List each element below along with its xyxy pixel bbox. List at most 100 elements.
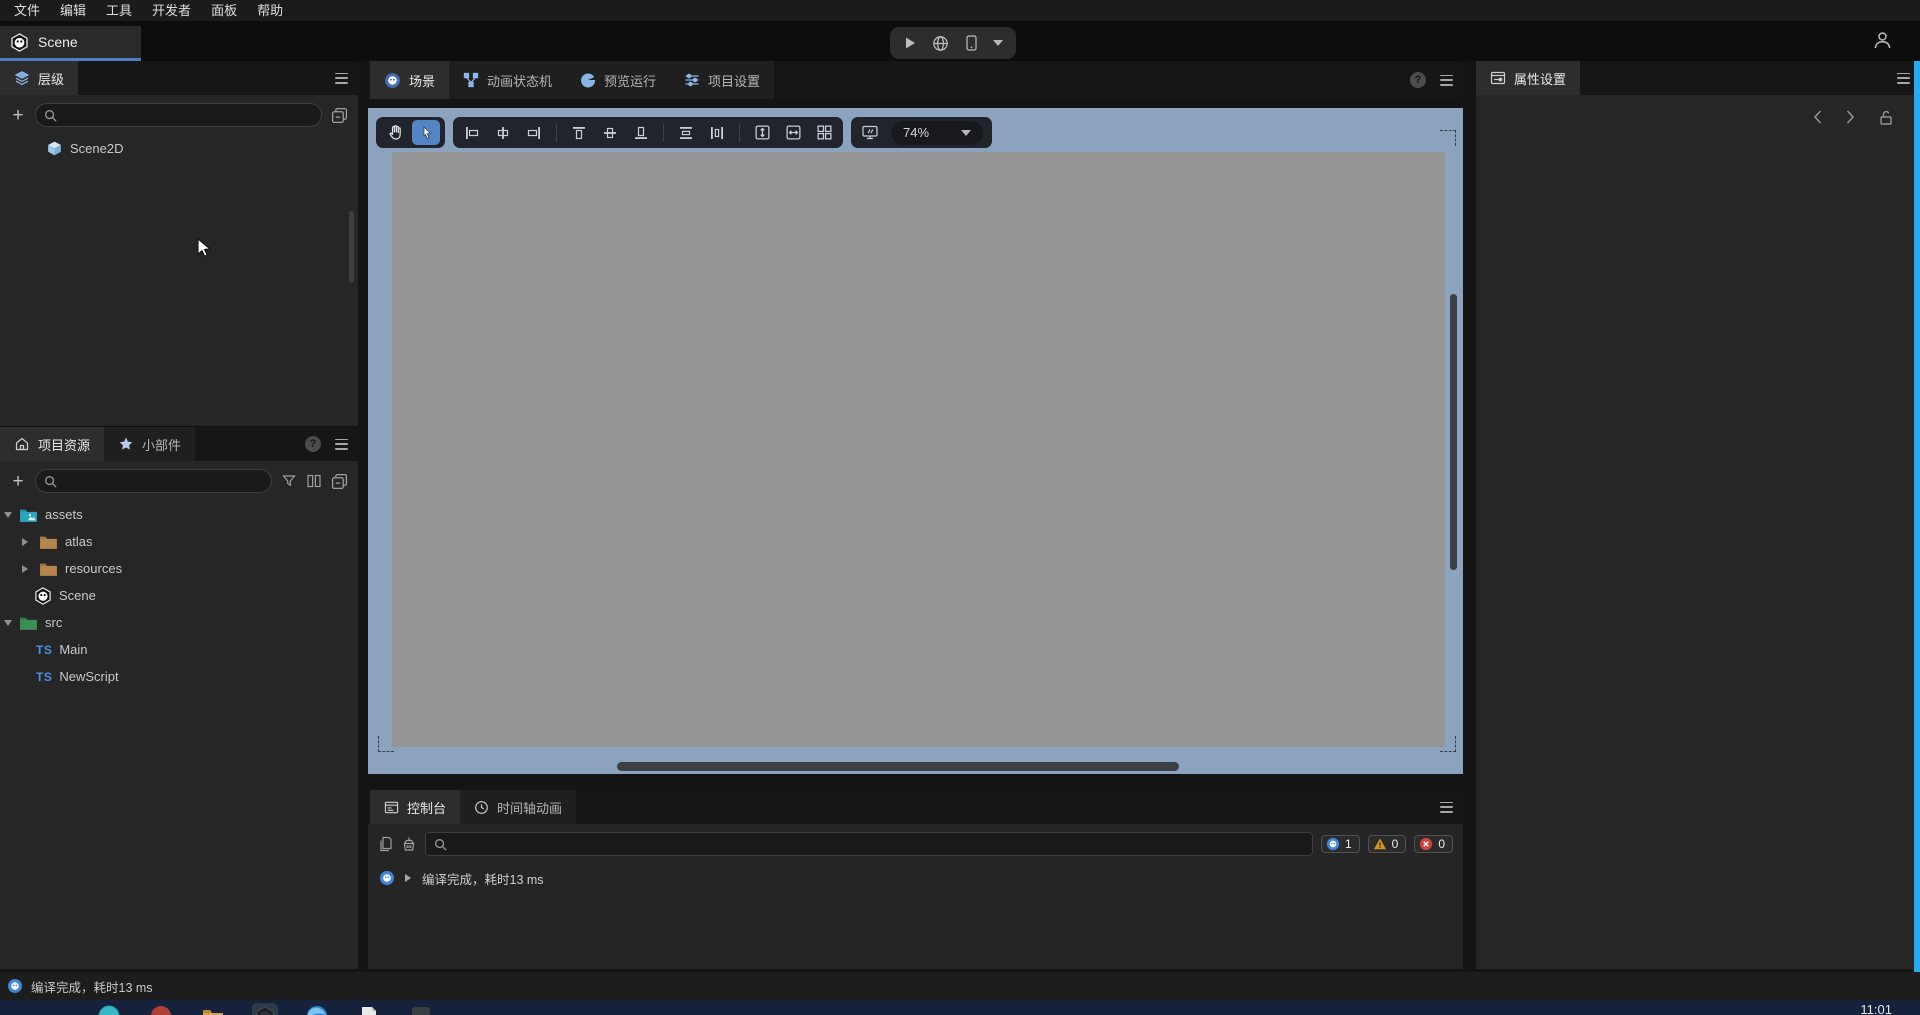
tree-node-scene2d[interactable]: Scene2D <box>0 135 358 162</box>
align-right-icon[interactable] <box>520 120 548 145</box>
scene-menu-icon[interactable] <box>1440 75 1453 86</box>
clear-console-icon[interactable] <box>401 836 417 852</box>
console-menu-icon[interactable] <box>1440 802 1453 813</box>
log-entry-text: 编译完成，耗时13 ms <box>422 869 544 888</box>
debug-display-icon[interactable] <box>856 120 884 145</box>
menu-item-file[interactable]: 文件 <box>4 0 50 21</box>
tree-node-label: atlas <box>65 534 92 549</box>
tree-node-assets[interactable]: assets <box>0 501 358 528</box>
assets-search[interactable] <box>35 469 272 493</box>
hand-tool[interactable] <box>381 120 409 145</box>
nav-forward-icon[interactable] <box>1845 109 1856 125</box>
tree-node-main[interactable]: TS Main <box>0 636 358 663</box>
distribute-h-icon[interactable] <box>703 120 731 145</box>
nav-back-icon[interactable] <box>1812 109 1823 125</box>
tab-console[interactable]: 控制台 <box>370 790 460 824</box>
filter-icon[interactable] <box>281 473 297 489</box>
tab-preview-run[interactable]: 预览运行 <box>566 61 670 99</box>
tab-animation-state-machine[interactable]: 动画状态机 <box>449 61 566 99</box>
grid-layout-icon[interactable] <box>810 120 838 145</box>
tab-hierarchy[interactable]: 层级 <box>0 61 78 95</box>
taskbar-app-icon[interactable] <box>148 1003 174 1015</box>
assets-search-input[interactable] <box>63 474 263 488</box>
columns-icon[interactable] <box>306 473 322 489</box>
error-count: 0 <box>1438 837 1445 851</box>
caret-expanded-icon[interactable] <box>4 512 12 522</box>
tab-widgets[interactable]: 小部件 <box>104 427 195 461</box>
expand-log-icon[interactable] <box>405 874 415 882</box>
zoom-level-dropdown[interactable]: 74% <box>891 121 983 145</box>
hierarchy-toolbar: + <box>0 95 358 135</box>
add-asset-button[interactable]: + <box>10 472 26 491</box>
hierarchy-scrollbar[interactable] <box>349 211 354 283</box>
taskbar-clock[interactable]: 11:01 <box>1860 1002 1892 1015</box>
unlock-icon[interactable] <box>1878 109 1894 126</box>
align-center-h-icon[interactable] <box>489 120 517 145</box>
scene-canvas[interactable] <box>392 152 1445 747</box>
properties-menu-icon[interactable] <box>1897 73 1910 84</box>
tree-node-atlas[interactable]: atlas <box>0 528 358 555</box>
caret-collapsed-icon[interactable] <box>22 565 32 573</box>
caret-expanded-icon[interactable] <box>4 620 12 630</box>
warning-count-badge[interactable]: 0 <box>1368 835 1407 853</box>
tree-node-resources[interactable]: resources <box>0 555 358 582</box>
collapse-all-icon[interactable] <box>331 473 348 490</box>
size-vertical-icon[interactable] <box>748 120 776 145</box>
window-tab-scene[interactable]: Scene <box>0 26 141 61</box>
copy-log-icon[interactable] <box>378 836 393 852</box>
tab-assets[interactable]: 项目资源 <box>0 427 104 461</box>
taskbar-app-icon[interactable] <box>96 1003 122 1015</box>
align-left-icon[interactable] <box>458 120 486 145</box>
play-icon[interactable] <box>903 36 917 50</box>
tree-node-scene-asset[interactable]: Scene <box>0 582 358 609</box>
globe-icon[interactable] <box>932 35 949 52</box>
menu-item-edit[interactable]: 编辑 <box>50 0 96 21</box>
align-middle-v-icon[interactable] <box>596 120 624 145</box>
search-icon <box>44 475 57 488</box>
hierarchy-search-input[interactable] <box>63 108 313 122</box>
log-count-badge[interactable]: 1 <box>1321 835 1360 853</box>
scene-viewport[interactable]: 74% <box>368 108 1463 774</box>
preview-run-icon <box>580 72 596 88</box>
tree-node-label: Scene2D <box>70 141 123 156</box>
tab-scene[interactable]: 场景 <box>370 61 449 99</box>
taskbar-app-icon[interactable] <box>408 1003 434 1015</box>
hierarchy-search[interactable] <box>35 103 322 127</box>
log-entry[interactable]: 编译完成，耗时13 ms <box>368 864 1463 892</box>
tree-node-newscript[interactable]: TS NewScript <box>0 663 358 690</box>
assets-menu-icon[interactable] <box>335 439 348 450</box>
console-search-input[interactable] <box>453 837 1304 851</box>
caret-collapsed-icon[interactable] <box>22 538 32 546</box>
taskbar-browser-icon[interactable] <box>304 1003 330 1015</box>
taskbar-folder-icon[interactable] <box>200 1003 226 1015</box>
size-horizontal-icon[interactable] <box>779 120 807 145</box>
help-icon[interactable]: ? <box>1410 72 1426 88</box>
caret-down-icon[interactable] <box>993 40 1003 51</box>
console-search[interactable] <box>425 832 1313 856</box>
cocos-logo-icon <box>10 33 29 52</box>
menu-item-tools[interactable]: 工具 <box>96 0 142 21</box>
taskbar-files-icon[interactable] <box>356 1003 382 1015</box>
collapse-all-icon[interactable] <box>331 107 348 124</box>
menu-item-developer[interactable]: 开发者 <box>142 0 201 21</box>
menu-item-help[interactable]: 帮助 <box>247 0 293 21</box>
viewport-vertical-scrollbar[interactable] <box>1450 294 1457 570</box>
distribute-v-icon[interactable] <box>672 120 700 145</box>
error-count-badge[interactable]: 0 <box>1414 835 1453 853</box>
select-tool[interactable] <box>412 120 440 145</box>
align-bottom-icon[interactable] <box>627 120 655 145</box>
tab-timeline-animation[interactable]: 时间轴动画 <box>460 790 576 824</box>
tab-project-settings[interactable]: 项目设置 <box>670 61 774 99</box>
align-top-icon[interactable] <box>565 120 593 145</box>
status-bar: 编译完成，耗时13 ms <box>0 972 1920 1000</box>
help-icon[interactable]: ? <box>305 436 321 452</box>
tree-node-src[interactable]: src <box>0 609 358 636</box>
add-node-button[interactable]: + <box>10 106 26 125</box>
tab-properties[interactable]: 属性设置 <box>1476 61 1580 95</box>
taskbar-active-app-icon[interactable] <box>252 1003 278 1015</box>
device-icon[interactable] <box>965 35 978 51</box>
viewport-horizontal-scrollbar[interactable] <box>617 762 1179 771</box>
menu-item-panel[interactable]: 面板 <box>201 0 247 21</box>
user-icon[interactable] <box>1872 30 1893 51</box>
hierarchy-menu-icon[interactable] <box>335 73 348 84</box>
